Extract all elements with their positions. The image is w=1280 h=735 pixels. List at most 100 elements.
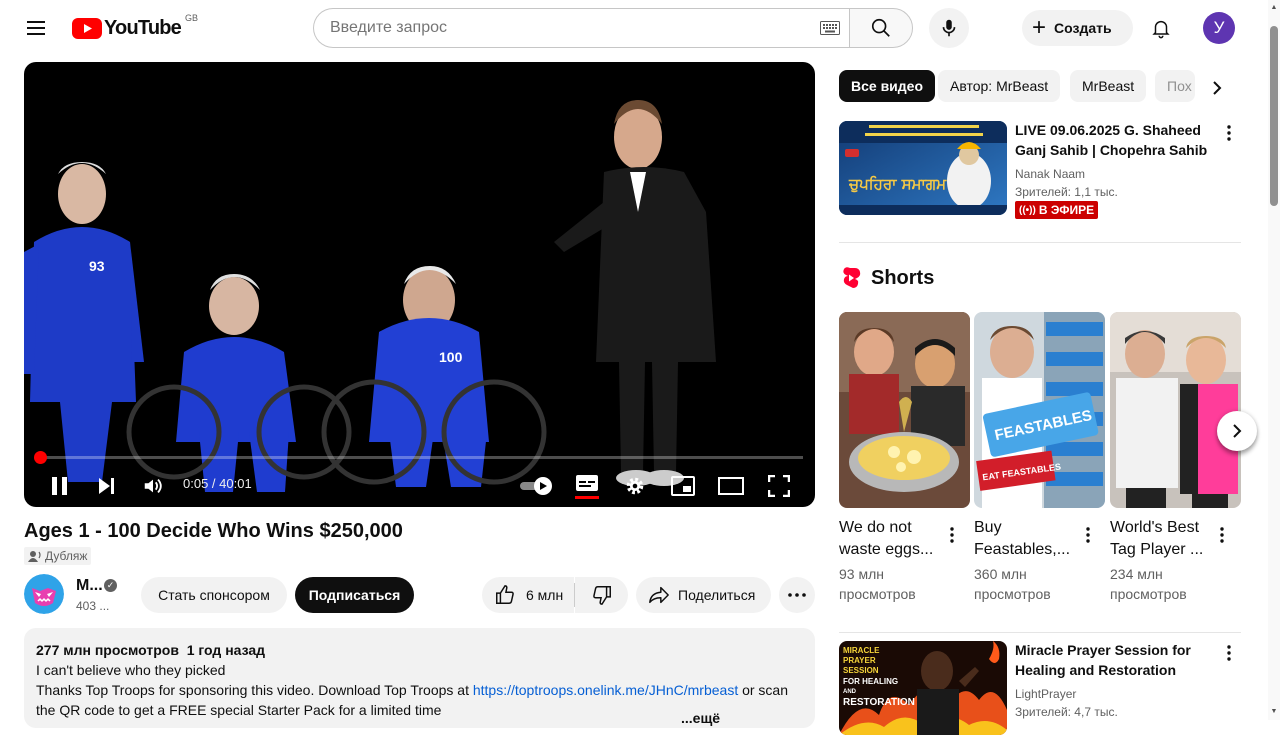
menu-button[interactable] — [16, 8, 56, 48]
short-thumbnail[interactable] — [839, 312, 970, 508]
volume-button[interactable] — [137, 468, 169, 504]
share-icon — [649, 586, 669, 604]
hamburger-icon — [27, 21, 45, 35]
short-thumbnail[interactable] — [1110, 312, 1241, 508]
chip-from-mrbeast[interactable]: Автор: MrBeast — [938, 70, 1061, 102]
short-menu-button[interactable] — [1210, 523, 1234, 547]
search-icon — [871, 18, 890, 37]
search-input[interactable] — [330, 19, 800, 37]
bell-icon — [1152, 20, 1170, 39]
gear-icon — [626, 477, 644, 495]
short-thumbnail[interactable]: FEASTABLES EAT FEASTABLES — [974, 312, 1105, 508]
country-code: GB — [184, 13, 198, 23]
miniplayer-button[interactable] — [667, 468, 699, 504]
more-vertical-icon — [950, 527, 954, 543]
chip-mrbeast[interactable]: MrBeast — [1070, 70, 1147, 102]
description-line-2-end: or scan — [742, 682, 789, 698]
pause-icon — [52, 477, 67, 495]
channel-name[interactable]: M... — [76, 577, 103, 595]
recommendation-thumbnail[interactable]: MIRACLE PRAYER SESSION FOR HEALING AND R… — [839, 641, 1007, 735]
short-menu-button[interactable] — [940, 523, 964, 547]
subscribe-button[interactable]: Подписаться — [295, 577, 414, 613]
next-button[interactable] — [90, 468, 122, 504]
short-menu-button[interactable] — [1076, 523, 1100, 547]
subtitles-button[interactable] — [571, 468, 603, 504]
video-title: Ages 1 - 100 Decide Who Wins $250,000 — [24, 520, 403, 542]
recommendation-viewers: Зрителей: 4,7 тыс. — [1015, 705, 1118, 719]
plus-icon: + — [1032, 14, 1047, 41]
pause-button[interactable] — [44, 468, 76, 504]
autoplay-toggle[interactable] — [518, 468, 556, 504]
thumb-line-3: SESSION — [843, 666, 879, 675]
description-box[interactable]: 277 млн просмотров 1 год назад I can't b… — [24, 628, 815, 728]
youtube-logo[interactable]: YouTube GB — [72, 13, 198, 40]
thumbs-up-icon — [496, 585, 514, 604]
settings-button[interactable] — [619, 468, 651, 504]
like-count: 6 млн — [526, 587, 564, 603]
masthead: YouTube GB + Создать У — [0, 0, 1280, 56]
beast-logo-icon — [24, 574, 64, 614]
video-frame: 93 100 — [24, 100, 716, 492]
recommendation-thumbnail[interactable]: ਚੁਪਹਿਰਾ ਸਮਾਗਮ — [839, 121, 1007, 215]
description-line-2: Thanks Top Troops for sponsoring this vi… — [36, 682, 469, 698]
short-title[interactable]: World's Best Tag Player ... — [1110, 517, 1214, 561]
thumb-line-1: MIRACLE — [843, 646, 880, 655]
short-tag-player-image — [1110, 312, 1241, 508]
section-divider — [839, 632, 1241, 633]
search-box — [313, 8, 850, 48]
chips-next-button[interactable] — [1197, 70, 1237, 106]
live-sikh-thumbnail: ਚੁਪਹਿਰਾ ਸਮਾਗਮ — [839, 121, 1007, 215]
short-title[interactable]: We do not waste eggs... — [839, 517, 943, 561]
short-title[interactable]: Buy Feastables,... — [974, 517, 1078, 561]
recommendation-channel[interactable]: Nanak Naam — [1015, 167, 1085, 181]
youtube-play-icon — [72, 17, 102, 39]
short-feastables-image: FEASTABLES EAT FEASTABLES — [974, 312, 1105, 508]
channel-avatar[interactable] — [24, 574, 64, 614]
fullscreen-button[interactable] — [763, 468, 795, 504]
jersey-number-2: 100 — [439, 349, 463, 365]
sponsor-link[interactable]: https://toptroops.onelink.me/JHnC/mrbeas… — [473, 682, 738, 698]
voice-search-button[interactable] — [929, 8, 969, 48]
create-label: Создать — [1054, 20, 1112, 36]
more-horizontal-icon — [788, 593, 806, 597]
chip-related[interactable]: Пох — [1155, 70, 1195, 102]
recommendation-title[interactable]: LIVE 09.06.2025 G. Shaheed Ganj Sahib | … — [1015, 120, 1215, 160]
notifications-button[interactable] — [1141, 8, 1181, 48]
recommendation-title[interactable]: Miracle Prayer Session for Healing and R… — [1015, 640, 1215, 680]
search-button[interactable] — [849, 8, 913, 48]
more-actions-button[interactable] — [779, 577, 815, 613]
scroll-up-arrow[interactable]: ▲ — [1268, 0, 1280, 14]
progress-scrubber[interactable] — [34, 451, 47, 464]
video-player[interactable]: 93 100 0:05 / 40:01 — [24, 62, 815, 507]
person-host-tuxedo — [554, 100, 716, 486]
share-button[interactable]: Поделиться — [636, 577, 771, 613]
more-vertical-icon — [1086, 527, 1090, 543]
thumbnail-headline: ਚੁਪਹਿਰਾ ਸਮਾਗਮ — [848, 175, 947, 193]
subscriber-count: 403 ... — [76, 599, 110, 613]
recommendation-channel[interactable]: LightPrayer — [1015, 687, 1076, 701]
chip-all-videos[interactable]: Все видео — [839, 70, 936, 102]
join-button[interactable]: Стать спонсором — [141, 577, 287, 613]
dislike-button[interactable] — [575, 577, 628, 613]
create-button[interactable]: + Создать — [1022, 10, 1133, 46]
short-views: 93 млн просмотров — [839, 566, 916, 602]
short-eggs-image — [839, 312, 970, 508]
show-more-link[interactable]: ...ещё — [681, 708, 720, 728]
thumb-line-5: AND — [843, 689, 857, 695]
short-views: 234 млн просмотров — [1110, 566, 1187, 602]
view-count: 277 млн просмотров — [36, 642, 179, 658]
account-avatar[interactable]: У — [1203, 12, 1235, 44]
theater-icon — [718, 477, 744, 495]
shorts-next-button[interactable] — [1217, 411, 1257, 451]
like-button[interactable]: 6 млн — [482, 577, 574, 613]
scrollbar-thumb[interactable] — [1270, 26, 1278, 206]
more-vertical-icon — [1227, 125, 1231, 141]
keyboard-icon[interactable] — [820, 21, 840, 35]
progress-bar[interactable] — [38, 456, 803, 459]
recommendation-menu-button[interactable] — [1217, 641, 1241, 665]
theater-mode-button[interactable] — [715, 468, 747, 504]
scroll-down-arrow[interactable]: ▼ — [1268, 704, 1280, 718]
shorts-icon — [843, 267, 861, 288]
shorts-heading: Shorts — [871, 267, 935, 289]
recommendation-menu-button[interactable] — [1217, 121, 1241, 145]
